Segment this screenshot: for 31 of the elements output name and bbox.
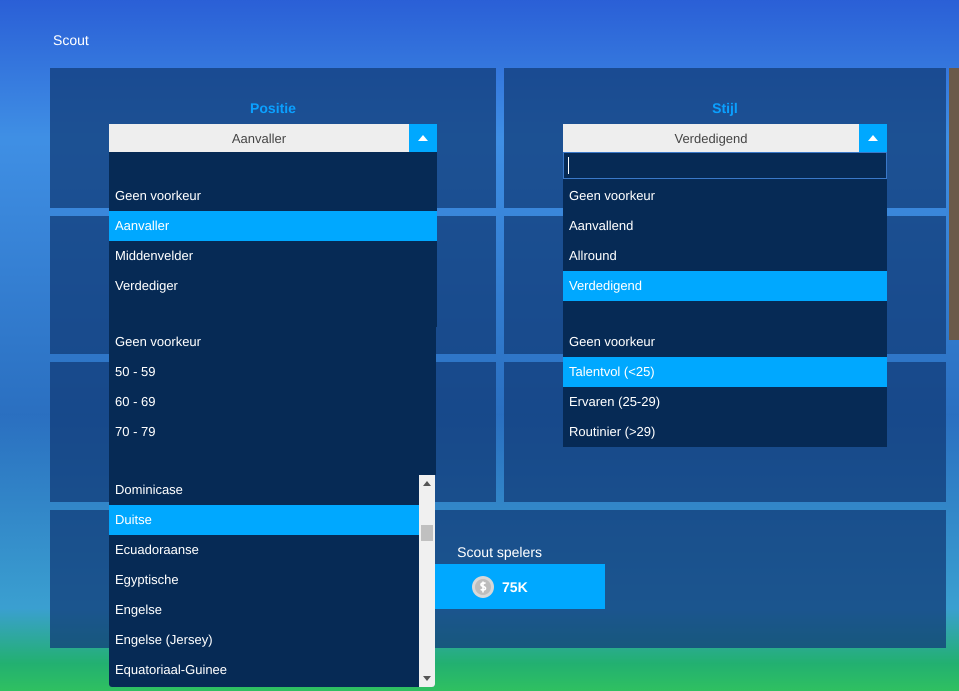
filter-label: Stijl [711, 100, 739, 118]
dropdown-option[interactable]: Ecuadoraanse [109, 535, 419, 565]
filter-label: Positie [249, 100, 297, 118]
scrollbar-thumb[interactable] [421, 525, 433, 541]
dropdown-option[interactable]: 50 - 59 [109, 357, 436, 387]
dropdown-option[interactable]: Geen voorkeur [563, 327, 887, 357]
coin-icon [472, 576, 494, 598]
dropdown-option[interactable]: 60 - 69 [109, 387, 436, 417]
dropdown-option[interactable]: Routinier (>29) [563, 417, 887, 447]
dropdown-option[interactable]: Ervaren (25-29) [563, 387, 887, 417]
scrollbar[interactable] [419, 475, 435, 687]
scroll-up-icon[interactable] [423, 481, 431, 486]
dropdown-option[interactable]: Geen voorkeur [563, 181, 887, 211]
dropdown-option[interactable]: Engelse (Jersey) [109, 625, 419, 655]
scroll-down-icon[interactable] [423, 676, 431, 681]
select-field[interactable]: Aanvaller [109, 124, 437, 152]
dropdown-option[interactable]: Aanvallend [563, 211, 887, 241]
select-field[interactable]: Verdedigend [563, 124, 887, 152]
scout-label: Scout spelers [457, 544, 542, 560]
dropdown-option[interactable]: Middenvelder [109, 241, 437, 271]
caret-icon [868, 135, 878, 141]
dropdown-option[interactable]: Equatoriaal-Guinee [109, 655, 419, 685]
dropdown-option[interactable]: Allround [563, 241, 887, 271]
page-title: Scout [53, 32, 89, 48]
dropdown-option[interactable]: Geen voorkeur [109, 181, 437, 211]
dropdown-option[interactable]: Dominicase [109, 475, 419, 505]
dropdown-option[interactable]: 70 - 79 [109, 417, 436, 447]
dropdown-option[interactable]: Geen voorkeur [109, 327, 436, 357]
search-field[interactable] [563, 152, 887, 179]
dropdown-option[interactable]: Verdediger [109, 271, 437, 301]
caret-icon [418, 135, 428, 141]
